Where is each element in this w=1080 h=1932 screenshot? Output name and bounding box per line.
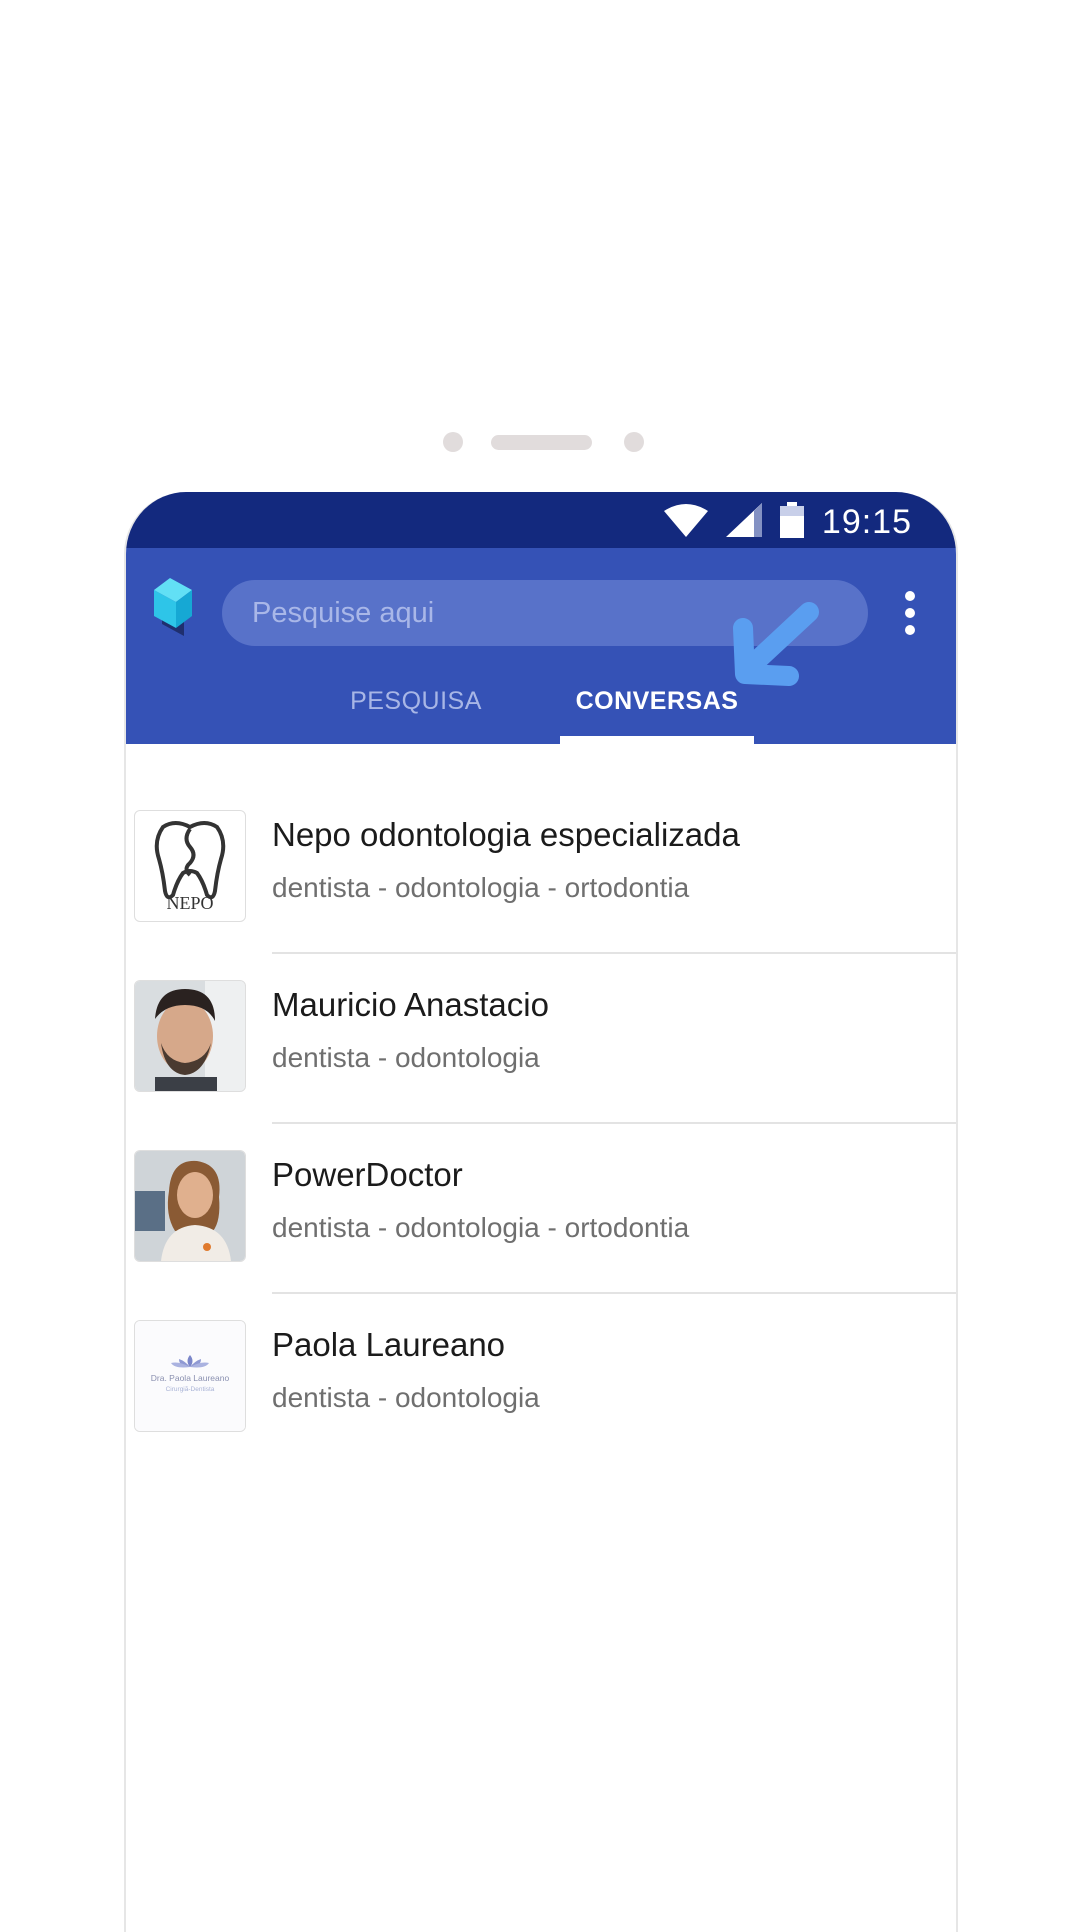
camera-dot <box>624 432 644 452</box>
woman-photo-icon <box>135 1151 245 1261</box>
list-item[interactable]: PowerDoctor dentista - odontologia - ort… <box>126 1084 956 1294</box>
phone-frame: 19:15 Pesquise aqui PESQUISA CONVERSAS N… <box>124 492 958 1932</box>
app-logo-icon[interactable] <box>154 578 198 636</box>
man-photo-icon <box>135 981 245 1091</box>
svg-text:Cirurgiã-Dentista: Cirurgiã-Dentista <box>166 1386 215 1393</box>
conversation-name: PowerDoctor <box>272 1156 463 1193</box>
list-item[interactable]: Dra. Paola Laureano Cirurgiã-Dentista Pa… <box>126 1254 956 1432</box>
paola-logo-icon: Dra. Paola Laureano Cirurgiã-Dentista <box>135 1321 245 1431</box>
wifi-icon <box>663 503 708 542</box>
conversation-name: Paola Laureano <box>272 1326 506 1363</box>
svg-text:Dra. Paola Laureano: Dra. Paola Laureano <box>151 1373 230 1383</box>
list-item[interactable]: NEPO Nepo odontologia especializada dent… <box>126 744 956 954</box>
nepo-logo-icon: NEPO <box>154 821 226 913</box>
conversation-name: Mauricio Anastacio <box>272 986 549 1023</box>
signal-icon <box>725 502 762 542</box>
conversation-tags: dentista - odontologia <box>272 1042 540 1073</box>
avatar <box>134 1150 246 1262</box>
screen: 19:15 Pesquise aqui PESQUISA CONVERSAS N… <box>0 0 1080 1932</box>
tab-bar: PESQUISA CONVERSAS <box>126 678 956 744</box>
avatar <box>134 980 246 1092</box>
sensor-dot <box>443 432 463 452</box>
status-time: 19:15 <box>821 502 912 541</box>
conversation-tags: dentista - odontologia - ortodontia <box>272 872 690 903</box>
conversation-tags: dentista - odontologia <box>272 1382 540 1413</box>
active-tab-indicator <box>560 736 754 744</box>
svg-text:NEPO: NEPO <box>166 893 213 913</box>
tab-pesquisa[interactable]: PESQUISA <box>316 678 516 744</box>
status-bar: 19:15 <box>126 492 956 548</box>
avatar: NEPO <box>134 810 246 922</box>
list-item[interactable]: Mauricio Anastacio dentista - odontologi… <box>126 914 956 1124</box>
avatar: Dra. Paola Laureano Cirurgiã-Dentista <box>134 1320 246 1432</box>
phone-speaker <box>491 435 592 450</box>
more-vert-icon[interactable] <box>900 588 920 638</box>
conversation-tags: dentista - odontologia - ortodontia <box>272 1212 690 1243</box>
tab-conversas[interactable]: CONVERSAS <box>560 678 754 744</box>
battery-icon <box>779 501 804 543</box>
arrow-pointer-icon <box>731 600 823 688</box>
app-bar: PESQUISA CONVERSAS <box>126 548 956 744</box>
conversation-name: Nepo odontologia especializada <box>272 816 740 853</box>
